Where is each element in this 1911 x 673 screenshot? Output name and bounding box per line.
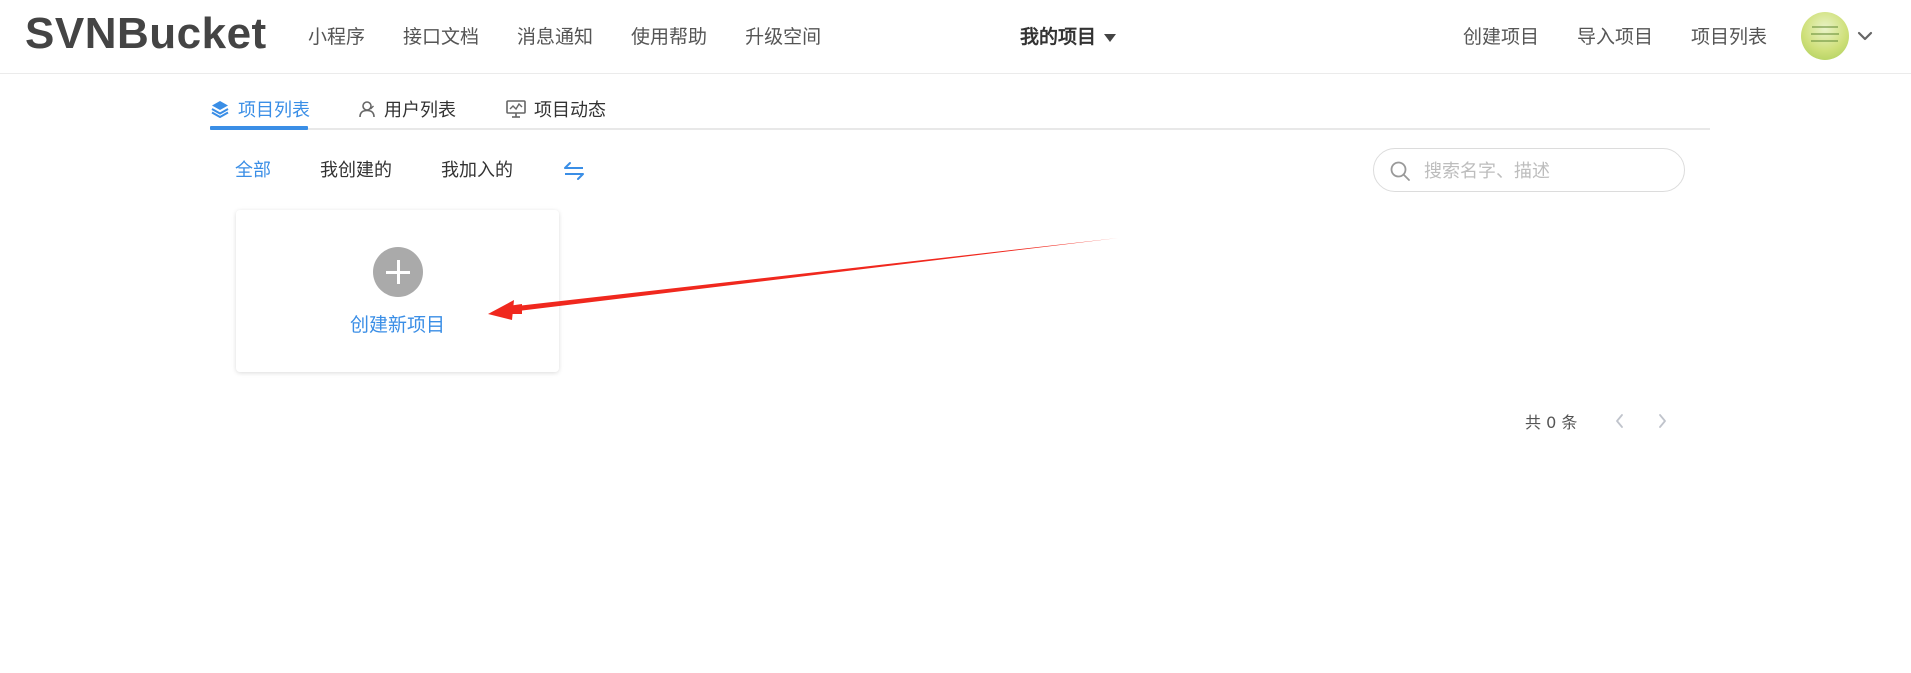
logo[interactable]: SVNBucket bbox=[25, 8, 267, 60]
nav-help[interactable]: 使用帮助 bbox=[631, 22, 707, 52]
plus-circle-icon bbox=[373, 247, 423, 297]
tab-label: 项目列表 bbox=[238, 100, 310, 121]
avatar[interactable] bbox=[1801, 12, 1849, 60]
main-nav: 小程序 接口文档 消息通知 使用帮助 升级空间 bbox=[308, 22, 821, 52]
nav-project-list[interactable]: 项目列表 bbox=[1691, 22, 1767, 52]
prev-page-button[interactable] bbox=[1603, 408, 1637, 434]
total-count: 共 0 条 bbox=[1525, 413, 1578, 432]
filter-joined[interactable]: 我加入的 bbox=[441, 158, 513, 184]
filter-created-by-me[interactable]: 我创建的 bbox=[320, 158, 392, 184]
search-box bbox=[1373, 148, 1685, 192]
project-actions-nav: 创建项目 导入项目 项目列表 bbox=[1463, 22, 1767, 52]
pagination: 共 0 条 bbox=[1525, 408, 1679, 434]
user-icon bbox=[359, 101, 375, 118]
next-page-button[interactable] bbox=[1645, 408, 1679, 434]
activity-icon bbox=[506, 100, 526, 118]
project-filters: 全部 我创建的 我加入的 bbox=[235, 158, 586, 184]
nav-notifications[interactable]: 消息通知 bbox=[517, 22, 593, 52]
my-projects-dropdown[interactable]: 我的项目 bbox=[1020, 22, 1117, 52]
create-project-card[interactable]: 创建新项目 bbox=[236, 210, 559, 372]
nav-import-project[interactable]: 导入项目 bbox=[1577, 22, 1653, 52]
top-navbar: SVNBucket 小程序 接口文档 消息通知 使用帮助 升级空间 我的项目 创… bbox=[0, 0, 1911, 74]
tab-user-list[interactable]: 用户列表 bbox=[358, 88, 456, 130]
filter-all[interactable]: 全部 bbox=[235, 158, 271, 184]
chevron-down-icon[interactable] bbox=[1855, 26, 1875, 46]
tab-label: 用户列表 bbox=[384, 100, 456, 121]
chevron-left-icon bbox=[1616, 414, 1624, 428]
section-tabs: 项目列表 用户列表 项目动态 bbox=[210, 88, 1710, 130]
tab-project-list[interactable]: 项目列表 bbox=[210, 88, 310, 130]
nav-mini-program[interactable]: 小程序 bbox=[308, 22, 365, 52]
tab-label: 项目动态 bbox=[534, 100, 606, 121]
nav-create-project[interactable]: 创建项目 bbox=[1463, 22, 1539, 52]
nav-upgrade-space[interactable]: 升级空间 bbox=[745, 22, 821, 52]
search-icon bbox=[1390, 161, 1410, 181]
nav-api-docs[interactable]: 接口文档 bbox=[403, 22, 479, 52]
tab-project-activity[interactable]: 项目动态 bbox=[506, 88, 606, 130]
caret-down-icon bbox=[1104, 34, 1117, 42]
layers-icon bbox=[211, 101, 229, 118]
active-tab-indicator bbox=[210, 126, 308, 130]
annotation-arrow bbox=[488, 238, 1118, 320]
search-input[interactable] bbox=[1424, 157, 1669, 185]
create-project-label: 创建新项目 bbox=[349, 314, 445, 336]
swap-arrows-icon[interactable] bbox=[562, 159, 586, 183]
chevron-right-icon bbox=[1659, 414, 1667, 428]
my-projects-label: 我的项目 bbox=[1020, 26, 1097, 48]
